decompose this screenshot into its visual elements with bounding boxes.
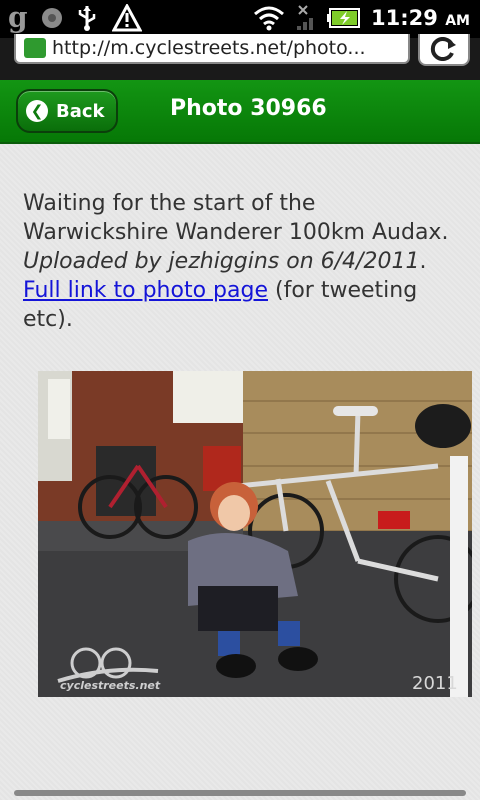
- status-ampm: AM: [445, 13, 470, 29]
- photo-scene: cyclestreets.net 2011: [38, 371, 472, 697]
- photo-year-stamp: 2011: [412, 673, 458, 694]
- photo-caption: Waiting for the start of the Warwickshir…: [23, 191, 449, 245]
- photo-image[interactable]: cyclestreets.net 2011: [38, 371, 472, 697]
- circle-icon: [41, 8, 62, 28]
- warning-icon: [111, 4, 142, 32]
- watermark-text: cyclestreets.net: [60, 679, 161, 692]
- site-favicon-icon: [24, 38, 46, 58]
- back-button[interactable]: ❮ Back: [16, 89, 118, 133]
- upload-info: Uploaded by jezhiggins on 6/4/2011: [23, 249, 420, 274]
- signal-x-icon: [297, 5, 314, 30]
- page-title: Photo 30966: [170, 96, 327, 121]
- google-g-icon: g: [8, 1, 28, 34]
- status-left-icons: g: [8, 4, 142, 32]
- wifi-icon: [254, 6, 285, 31]
- battery-charging-icon: [327, 8, 361, 28]
- scroll-indicator: [14, 790, 466, 796]
- status-time-value: 11:29: [371, 6, 438, 30]
- status-bar: g 11:29 AM: [0, 0, 480, 38]
- back-arrow-icon: ❮: [26, 100, 48, 122]
- content-area: Waiting for the start of the Warwickshir…: [0, 144, 480, 800]
- url-field[interactable]: http://m.cyclestreets.net/photo...: [14, 34, 410, 64]
- usb-icon: [78, 6, 95, 31]
- status-time: 11:29 AM: [371, 6, 470, 30]
- page-header: ❮ Back Photo 30966: [0, 80, 480, 144]
- status-right-icons: 11:29 AM: [253, 4, 470, 32]
- photo-description: Waiting for the start of the Warwickshir…: [23, 189, 463, 334]
- refresh-icon: [430, 37, 456, 61]
- refresh-button[interactable]: [418, 34, 470, 66]
- browser-url-bar: http://m.cyclestreets.net/photo...: [0, 34, 480, 80]
- back-button-label: Back: [56, 100, 105, 122]
- url-text[interactable]: http://m.cyclestreets.net/photo...: [52, 37, 366, 59]
- upload-info-end: .: [419, 249, 427, 274]
- full-photo-link[interactable]: Full link to photo page: [23, 278, 268, 303]
